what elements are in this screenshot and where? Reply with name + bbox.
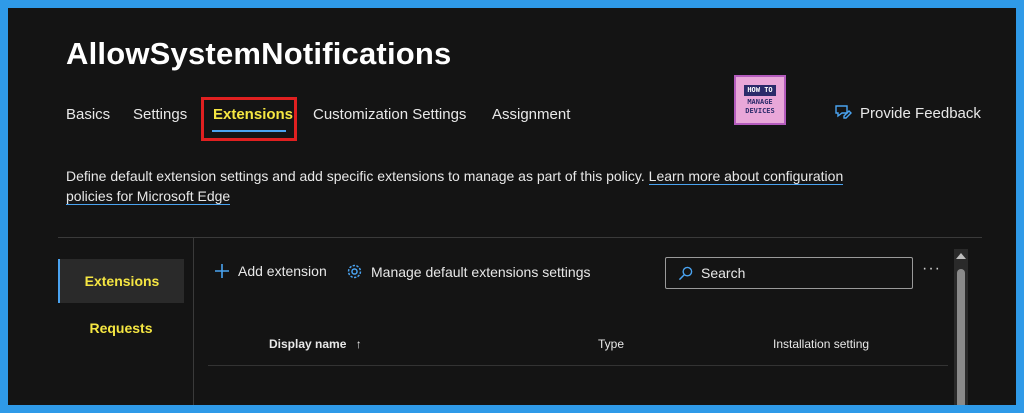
- scroll-thumb[interactable]: [957, 269, 965, 405]
- policy-panel: AllowSystemNotifications Basics Settings…: [8, 8, 1016, 405]
- highlight-box: [201, 97, 297, 141]
- add-extension-label: Add extension: [238, 263, 327, 279]
- feedback-icon: [835, 105, 852, 119]
- tab-assignment[interactable]: Assignment: [492, 106, 570, 123]
- sort-ascending-icon: ↑: [355, 337, 362, 351]
- page-title: AllowSystemNotifications: [66, 36, 452, 71]
- section-divider: [58, 237, 982, 238]
- add-extension-button[interactable]: Add extension: [214, 263, 327, 279]
- policy-description: Define default extension settings and ad…: [66, 166, 886, 206]
- search-placeholder: Search: [701, 265, 746, 281]
- scrollbar[interactable]: [954, 249, 968, 405]
- search-input[interactable]: Search: [665, 257, 913, 289]
- manage-default-settings-button[interactable]: Manage default extensions settings: [346, 263, 590, 280]
- more-options-button[interactable]: ···: [922, 260, 941, 278]
- tab-settings[interactable]: Settings: [133, 106, 187, 123]
- logo-line-1: HOW TO: [744, 84, 776, 96]
- column-header-type[interactable]: Type: [598, 337, 624, 351]
- column-header-installation-setting[interactable]: Installation setting: [773, 337, 869, 351]
- table-header-divider: [208, 365, 948, 366]
- sidebar-item-label: Requests: [89, 320, 153, 336]
- watermark-logo: HOW TO MANAGE DEVICES: [734, 75, 786, 125]
- logo-line-2: MANAGE: [747, 97, 773, 106]
- provide-feedback-button[interactable]: Provide Feedback: [834, 104, 981, 122]
- tab-customization-settings[interactable]: Customization Settings: [313, 106, 466, 123]
- column-header-label: Display name: [269, 337, 347, 351]
- search-icon: [678, 266, 693, 280]
- column-header-display-name[interactable]: Display name ↑: [269, 337, 362, 351]
- plus-icon: [215, 264, 229, 278]
- sidebar-item-requests[interactable]: Requests: [58, 306, 184, 350]
- sidebar-item-extensions[interactable]: Extensions: [58, 259, 184, 303]
- sidebar-divider: [193, 237, 194, 405]
- gear-icon: [347, 264, 362, 279]
- manage-default-settings-label: Manage default extensions settings: [371, 263, 591, 280]
- scroll-up-arrow-icon[interactable]: [956, 253, 966, 259]
- sidebar-item-label: Extensions: [84, 273, 160, 289]
- logo-line-3: DEVICES: [745, 106, 775, 115]
- description-text: Define default extension settings and ad…: [66, 168, 645, 184]
- tab-basics[interactable]: Basics: [66, 106, 110, 123]
- feedback-label: Provide Feedback: [860, 104, 981, 122]
